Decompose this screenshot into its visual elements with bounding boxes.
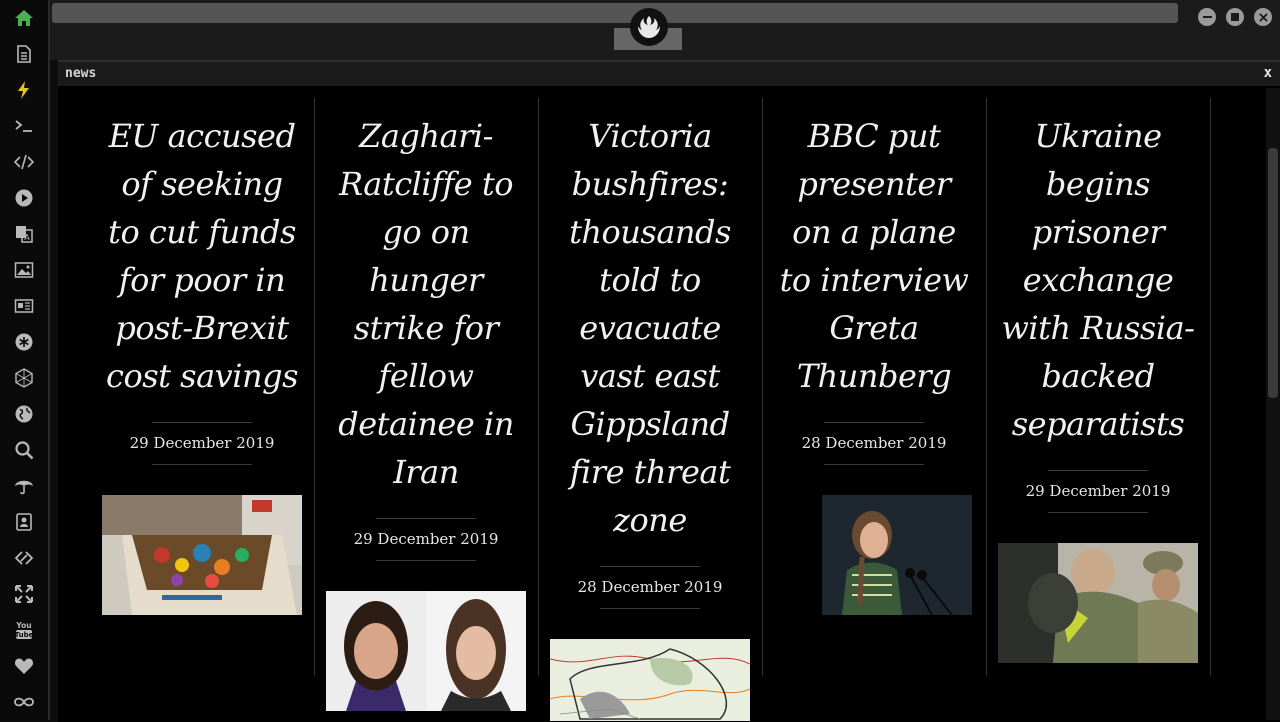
hexagon-icon[interactable] xyxy=(12,366,36,390)
infinity-icon[interactable] xyxy=(12,690,36,714)
scrollbar-thumb[interactable] xyxy=(1268,148,1278,398)
image-icon[interactable] xyxy=(12,258,36,282)
asterisk-icon[interactable] xyxy=(12,330,36,354)
panel-header: news x xyxy=(58,62,1280,86)
article-card: Ukraine begins prisoner exchange with Ru… xyxy=(986,98,1211,676)
panel-close-button[interactable]: x xyxy=(1264,65,1272,81)
home-icon[interactable] xyxy=(12,6,36,30)
article-image[interactable] xyxy=(822,495,972,615)
article-image[interactable] xyxy=(550,639,750,721)
article-date: 28 December 2019 xyxy=(577,578,723,596)
terminal-icon[interactable] xyxy=(12,114,36,138)
svg-text:Tube: Tube xyxy=(15,631,34,639)
lightning-icon[interactable] xyxy=(12,78,36,102)
article-card: Zaghari-Ratcliffe to go on hunger strike… xyxy=(314,98,539,711)
document-icon[interactable] xyxy=(12,42,36,66)
svg-text:You: You xyxy=(15,621,31,630)
article-date-box: 29 December 2019 xyxy=(1026,470,1170,513)
article-headline[interactable]: BBC put presenter on a plane to intervie… xyxy=(774,112,974,400)
youtube-icon[interactable]: You Tube xyxy=(12,618,36,642)
link-icon[interactable] xyxy=(12,546,36,570)
article-headline[interactable]: Ukraine begins prisoner exchange with Ru… xyxy=(998,112,1198,448)
article-card: Victoria bushfires: thousands told to ev… xyxy=(538,98,763,721)
sidebar: A You Tube xyxy=(0,0,50,720)
search-icon[interactable] xyxy=(12,438,36,462)
svg-text:A: A xyxy=(24,233,30,242)
globe-icon[interactable] xyxy=(12,402,36,426)
article-date-box: 28 December 2019 xyxy=(578,566,722,609)
article-image[interactable] xyxy=(102,495,302,615)
scrollbar[interactable] xyxy=(1266,88,1280,720)
article-image[interactable] xyxy=(998,543,1198,663)
article-headline[interactable]: Zaghari-Ratcliffe to go on hunger strike… xyxy=(326,112,526,496)
article-date-box: 28 December 2019 xyxy=(802,422,946,465)
article-date: 29 December 2019 xyxy=(1025,482,1171,500)
contacts-icon[interactable] xyxy=(12,510,36,534)
minimize-button[interactable] xyxy=(1198,8,1216,26)
fullscreen-icon[interactable] xyxy=(12,582,36,606)
heart-icon[interactable] xyxy=(12,654,36,678)
article-date: 28 December 2019 xyxy=(801,434,947,452)
article-card: BBC put presenter on a plane to intervie… xyxy=(762,98,987,676)
maximize-button[interactable] xyxy=(1226,8,1244,26)
article-date-box: 29 December 2019 xyxy=(354,518,498,561)
article-card: EU accused of seeking to cut funds for p… xyxy=(90,98,315,676)
article-date: 29 December 2019 xyxy=(129,434,275,452)
panel-title: news xyxy=(65,66,97,81)
umbrella-icon[interactable] xyxy=(12,474,36,498)
article-headline[interactable]: EU accused of seeking to cut funds for p… xyxy=(102,112,302,400)
article-date: 29 December 2019 xyxy=(353,530,499,548)
newspaper-icon[interactable] xyxy=(12,294,36,318)
code-icon[interactable] xyxy=(12,150,36,174)
translate-icon[interactable]: A xyxy=(12,222,36,246)
article-image[interactable] xyxy=(326,591,526,711)
rebel-alliance-logo[interactable] xyxy=(630,8,668,46)
article-date-box: 29 December 2019 xyxy=(130,422,274,465)
address-bar[interactable] xyxy=(52,3,1178,23)
play-icon[interactable] xyxy=(12,186,36,210)
close-window-button[interactable] xyxy=(1254,8,1272,26)
article-headline[interactable]: Victoria bushfires: thousands told to ev… xyxy=(550,112,750,544)
